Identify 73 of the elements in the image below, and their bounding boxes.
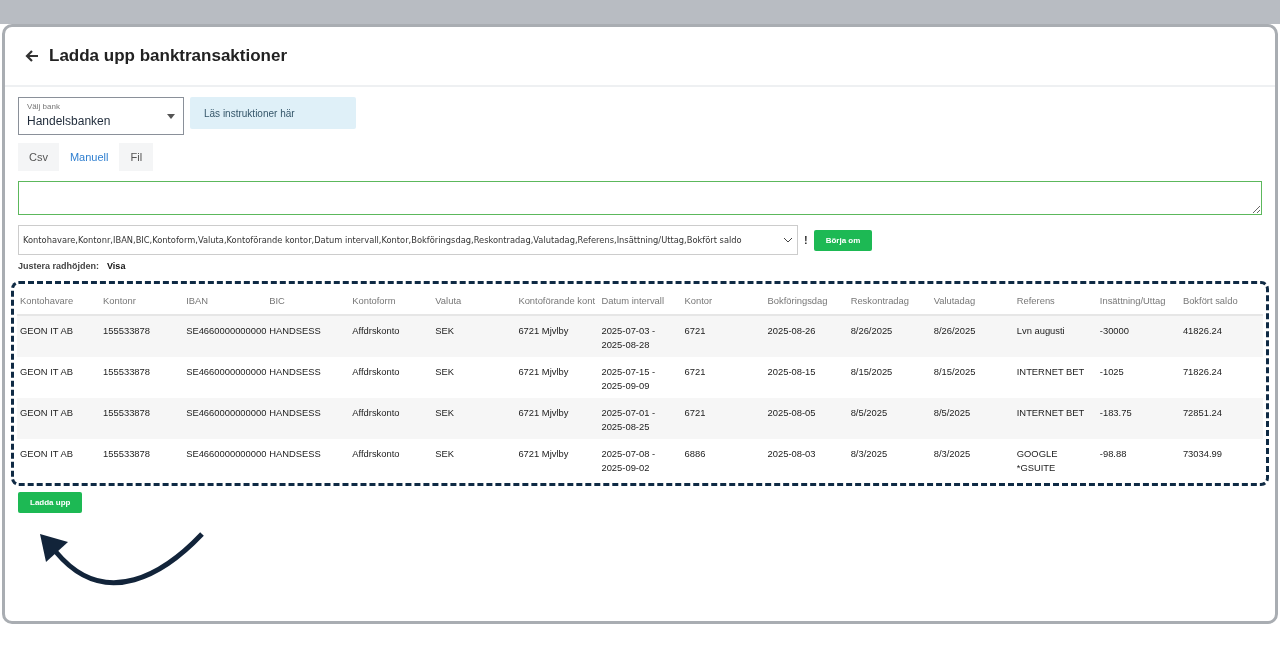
table-cell: Affdrskonto [349,439,433,480]
table-cell: -183.75 [1096,398,1180,439]
input-field[interactable] [18,181,1262,215]
table-cell: 2025-08-03 [764,439,848,480]
table-cell: HANDSESS [266,439,350,480]
table-cell: 6721 Mjvlby [515,315,599,357]
show-link[interactable]: Visa [107,261,126,271]
table-cell: HANDSESS [266,398,350,439]
tab[interactable]: Fil [119,143,154,171]
table-cell: 8/26/2025 [847,315,931,357]
table-cell: 6721 [681,398,765,439]
table-cell: 73034.99 [1179,439,1263,480]
table-cell: 6721 Mjvlby [515,357,599,398]
table-cell: INTERNET BET [1013,357,1097,398]
table-cell: INTERNET BET [1013,398,1097,439]
row-height-label: Justera radhöjden: [18,261,100,271]
caret-icon [167,114,175,119]
table-cell: Affdrskonto [349,315,433,357]
table-cell: Lvn augusti [1013,315,1097,357]
back-arrow-icon[interactable] [25,49,39,63]
table-cell: 6721 [681,315,765,357]
table-cell: SEK [432,315,516,357]
table-cell: 155533878 [100,357,184,398]
table-cell: SE4660000000000 [183,357,267,398]
table-cell: 72851.24 [1179,398,1263,439]
columns-select[interactable]: Kontohavare,Kontonr,IBAN,BIC,Kontoform,Valuta,Kontoförande kontor,Datum intervall,Kontor,Bokföringsdag,Reskontradag,Valutadag,Referens,Insättning/Uttag,Bokfört saldo [18,225,798,255]
table-cell: 8/3/2025 [930,439,1014,480]
table-cell: GEON IT AB [17,439,101,480]
page-title: Ladda upp banktransaktioner [49,46,288,66]
table-cell: 6721 Mjvlby [515,398,599,439]
table-cell: SEK [432,357,516,398]
table-cell: 8/3/2025 [847,439,931,480]
table-cell: SEK [432,398,516,439]
table-cell: GEON IT AB [17,315,101,357]
table-cell: -98.88 [1096,439,1180,480]
table-cell: 2025-08-15 [764,357,848,398]
table-cell: 6721 Mjvlby [515,439,599,480]
table-cell: -1025 [1096,357,1180,398]
table-cell: -30000 [1096,315,1180,357]
table-cell: SE4660000000000 [183,439,267,480]
bank-select[interactable]: Välj bank Handelsbanken [18,97,184,135]
table-cell: 8/15/2025 [930,357,1014,398]
table-cell: 155533878 [100,439,184,480]
table-cell: GOOGLE *GSUITE [1013,439,1097,480]
table-cell: GEON IT AB [17,357,101,398]
table-cell: SE4660000000000 [183,398,267,439]
table-cell: 8/15/2025 [847,357,931,398]
table-cell: Affdrskonto [349,398,433,439]
table-cell: 6721 [681,357,765,398]
table-cell: 8/5/2025 [847,398,931,439]
table-cell: 2025-07-08 - 2025-09-02 [598,439,682,480]
table-cell: 71826.24 [1179,357,1263,398]
table-cell: 8/5/2025 [930,398,1014,439]
table-cell: Affdrskonto [349,357,433,398]
table-cell: HANDSESS [266,357,350,398]
table-cell: 6886 [681,439,765,480]
table-cell: SEK [432,439,516,480]
table-cell: 155533878 [100,315,184,357]
chevron-icon [783,237,793,243]
table-cell: 2025-07-15 - 2025-09-09 [598,357,682,398]
table-cell: 2025-08-26 [764,315,848,357]
table-cell: 155533878 [100,398,184,439]
table-cell: GEON IT AB [17,398,101,439]
tab[interactable]: Csv [18,143,59,171]
warning-mark: ! [804,234,808,246]
table-cell: 8/26/2025 [930,315,1014,357]
table-cell: SE4660000000000 [183,315,267,357]
table-cell: HANDSESS [266,315,350,357]
instructions-box[interactable]: Läs instruktioner här [190,97,356,129]
table-cell: 2025-07-03 - 2025-08-28 [598,315,682,357]
table-cell: 41826.24 [1179,315,1263,357]
table-cell: 2025-08-05 [764,398,848,439]
table-cell: 2025-07-01 - 2025-08-25 [598,398,682,439]
